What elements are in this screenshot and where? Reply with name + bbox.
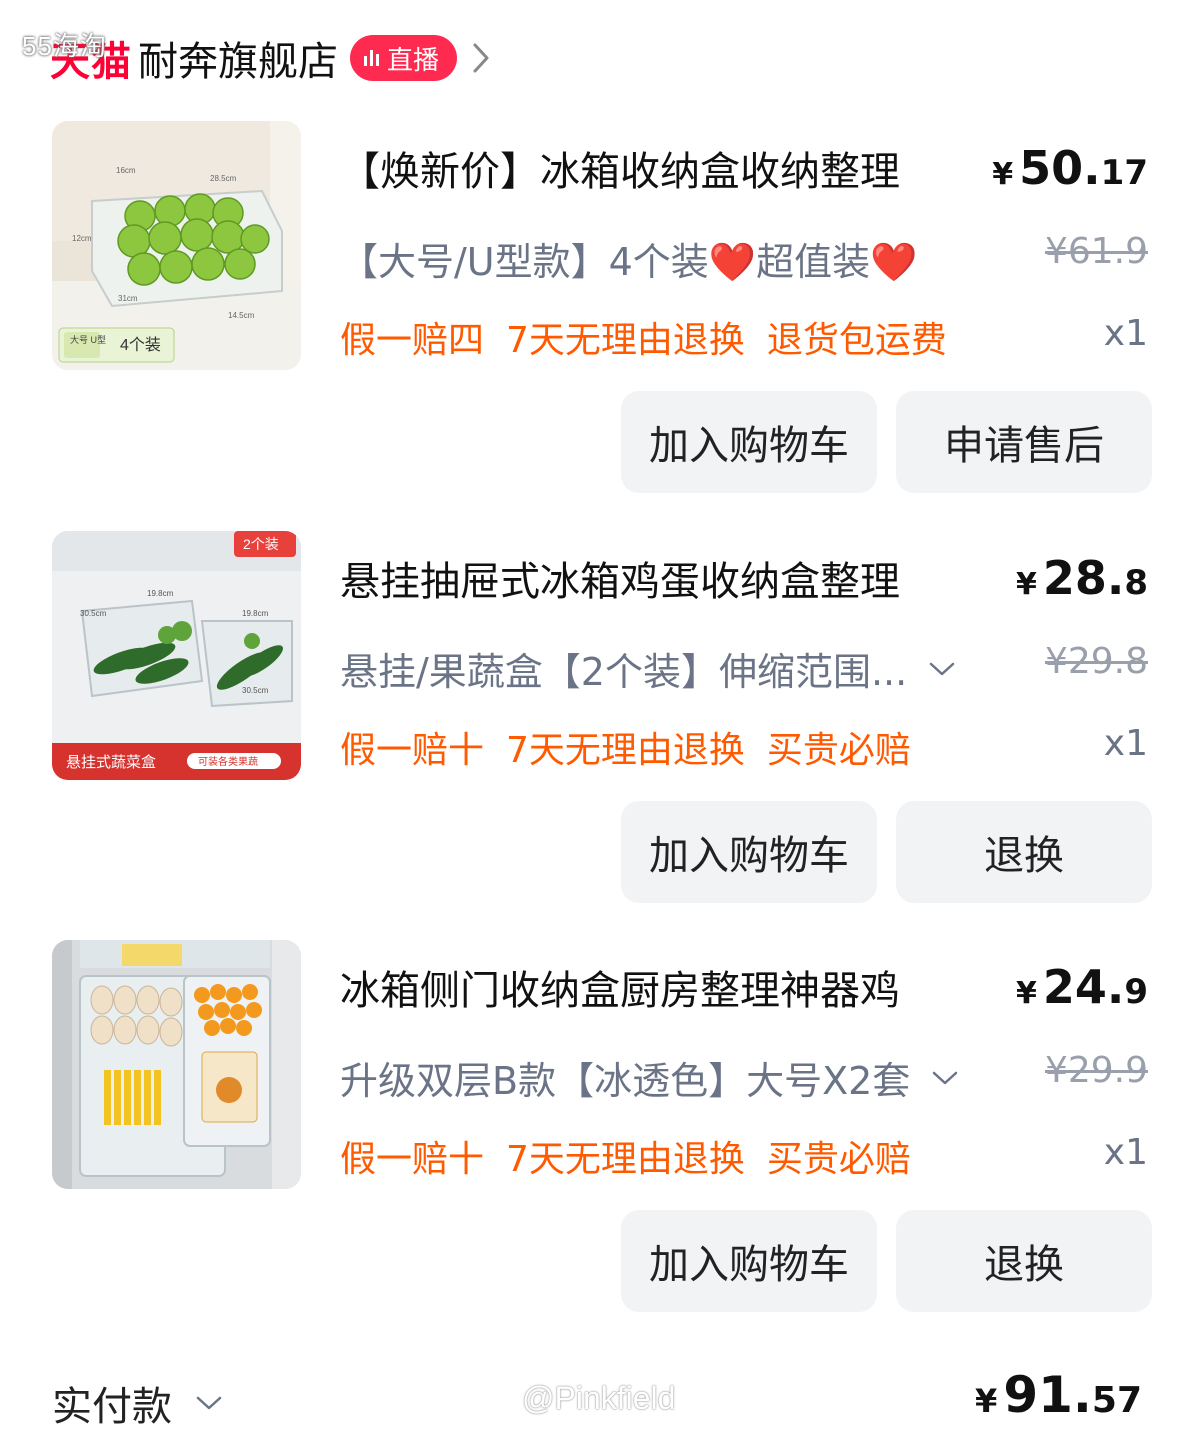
actual-payment-toggle[interactable]: 实付款 (52, 1374, 224, 1432)
product-image-2[interactable]: 2个装 19.8cm 30.5cm 19.8cm 30.5cm 悬挂式蔬菜盒 可… (52, 531, 301, 780)
price-dec: 9 (1124, 972, 1148, 1012)
shop-header[interactable]: 天猫 耐奔旗舰店 直播 (50, 28, 495, 88)
original-price-1: ¥61.9 (1044, 231, 1148, 272)
variant-text: 升级双层B款【冰透色】大号X2套 (340, 1059, 911, 1103)
live-badge[interactable]: 直播 (350, 35, 458, 81)
after-sales-button-1[interactable]: 申请售后 (896, 391, 1152, 493)
return-exchange-button-2[interactable]: 退换 (896, 801, 1152, 903)
service-tags-1: 假一赔四 7天无理由退换 退货包运费 (340, 311, 947, 363)
add-to-cart-button-2[interactable]: 加入购物车 (621, 801, 877, 903)
thumb-banner: 悬挂式蔬菜盒 (66, 754, 156, 771)
service-tag: 退货包运费 (766, 320, 947, 361)
thumb-badge-a: 大号 U型 (70, 334, 106, 345)
variant-text: 【大号/U型款】4个装❤️超值装❤️ (340, 240, 918, 284)
thumb-dim-5: 14.5cm (228, 311, 255, 320)
service-tags-3: 假一赔十 7天无理由退换 买贵必赔 (340, 1130, 911, 1182)
actual-payment-label: 实付款 (52, 1384, 172, 1430)
thumb-banner-pill: 可装各类果蔬 (198, 755, 258, 768)
product-variant-3[interactable]: 升级双层B款【冰透色】大号X2套 (340, 1050, 960, 1105)
order-item-3: 冰箱侧门收纳盒厨房整理神器鸡 ¥24. 9 升级双层B款【冰透色】大号X2套 ¥2… (0, 940, 1200, 1340)
thumb-corner: 2个装 (243, 536, 279, 552)
price-dec: 17 (1100, 153, 1148, 193)
service-tag: 7天无理由退换 (506, 730, 745, 771)
live-bars-icon (364, 50, 379, 66)
product-title-3[interactable]: 冰箱侧门收纳盒厨房整理神器鸡 (340, 958, 970, 1016)
service-tag: 买贵必赔 (766, 1139, 911, 1180)
thumb-badge-b: 4个装 (120, 336, 161, 354)
product-price-3: ¥24. 9 (1016, 960, 1148, 1014)
shop-name[interactable]: 耐奔旗舰店 (138, 29, 338, 87)
service-tag: 7天无理由退换 (506, 1139, 745, 1180)
add-to-cart-button-3[interactable]: 加入购物车 (621, 1210, 877, 1312)
thumb-dim-1: 16cm (116, 166, 136, 175)
service-tags-2: 假一赔十 7天无理由退换 买贵必赔 (340, 721, 911, 773)
service-tag: 7天无理由退换 (506, 320, 745, 361)
original-price-2: ¥29.8 (1044, 641, 1148, 682)
price-int: 28. (1042, 551, 1125, 605)
quantity-3: x1 (1103, 1132, 1148, 1173)
service-tag: 假一赔十 (340, 730, 485, 771)
product-title-1[interactable]: 【焕新价】冰箱收纳盒收纳整理 (340, 139, 970, 197)
variant-text: 悬挂/果蔬盒【2个装】伸缩范围... (340, 650, 908, 694)
product-price-2: ¥28. 8 (1016, 551, 1148, 605)
payment-footer: 实付款 @Pinkfield ¥91. 57 (0, 1360, 1200, 1440)
total-currency: ¥ (975, 1382, 998, 1420)
price-dec: 8 (1124, 563, 1148, 603)
product-title-2[interactable]: 悬挂抽屉式冰箱鸡蛋收纳盒整理 (340, 549, 970, 607)
thumb-dim-d: 30.5cm (242, 686, 269, 695)
thumb-dim-b: 30.5cm (80, 609, 107, 618)
product-image-3[interactable] (52, 940, 301, 1189)
chevron-down-icon[interactable] (930, 1068, 960, 1088)
product-variant-1: 【大号/U型款】4个装❤️超值装❤️ (340, 231, 917, 286)
order-item-2: 2个装 19.8cm 30.5cm 19.8cm 30.5cm 悬挂式蔬菜盒 可… (0, 531, 1200, 931)
thumb-dim-c: 19.8cm (242, 609, 269, 618)
thumb-dim-a: 19.8cm (147, 589, 174, 598)
total-price: ¥91. 57 (975, 1366, 1142, 1424)
thumb-dim-3: 12cm (72, 234, 92, 243)
live-label: 直播 (387, 45, 440, 76)
price-currency: ¥ (1015, 976, 1037, 1011)
price-currency: ¥ (992, 157, 1014, 192)
total-int: 91. (1003, 1366, 1092, 1424)
chevron-down-icon[interactable] (927, 659, 957, 679)
return-exchange-button-3[interactable]: 退换 (896, 1210, 1152, 1312)
price-currency: ¥ (1015, 567, 1037, 602)
price-int: 50. (1019, 141, 1101, 195)
thumb-dim-4: 31cm (118, 294, 138, 303)
price-int: 24. (1042, 960, 1125, 1014)
quantity-1: x1 (1103, 313, 1148, 354)
product-price-1: ¥50. 17 (992, 141, 1148, 195)
service-tag: 买贵必赔 (766, 730, 911, 771)
quantity-2: x1 (1103, 723, 1148, 764)
service-tag: 假一赔十 (340, 1139, 485, 1180)
original-price-3: ¥29.9 (1044, 1050, 1148, 1091)
service-tag: 假一赔四 (340, 320, 485, 361)
product-image-1[interactable]: 16cm 28.5cm 12cm 31cm 14.5cm 大号 U型 4个装 (52, 121, 301, 370)
watermark-bottom: @Pinkfield (522, 1380, 676, 1416)
thumb-dim-2: 28.5cm (210, 174, 237, 183)
add-to-cart-button-1[interactable]: 加入购物车 (621, 391, 877, 493)
chevron-right-icon[interactable] (467, 41, 495, 75)
product-variant-2[interactable]: 悬挂/果蔬盒【2个装】伸缩范围... (340, 641, 957, 696)
total-dec: 57 (1091, 1380, 1142, 1421)
watermark-top: 55海淘 (22, 31, 107, 61)
chevron-down-icon[interactable] (194, 1393, 224, 1413)
order-item-1: 16cm 28.5cm 12cm 31cm 14.5cm 大号 U型 4个装 【… (0, 121, 1200, 521)
